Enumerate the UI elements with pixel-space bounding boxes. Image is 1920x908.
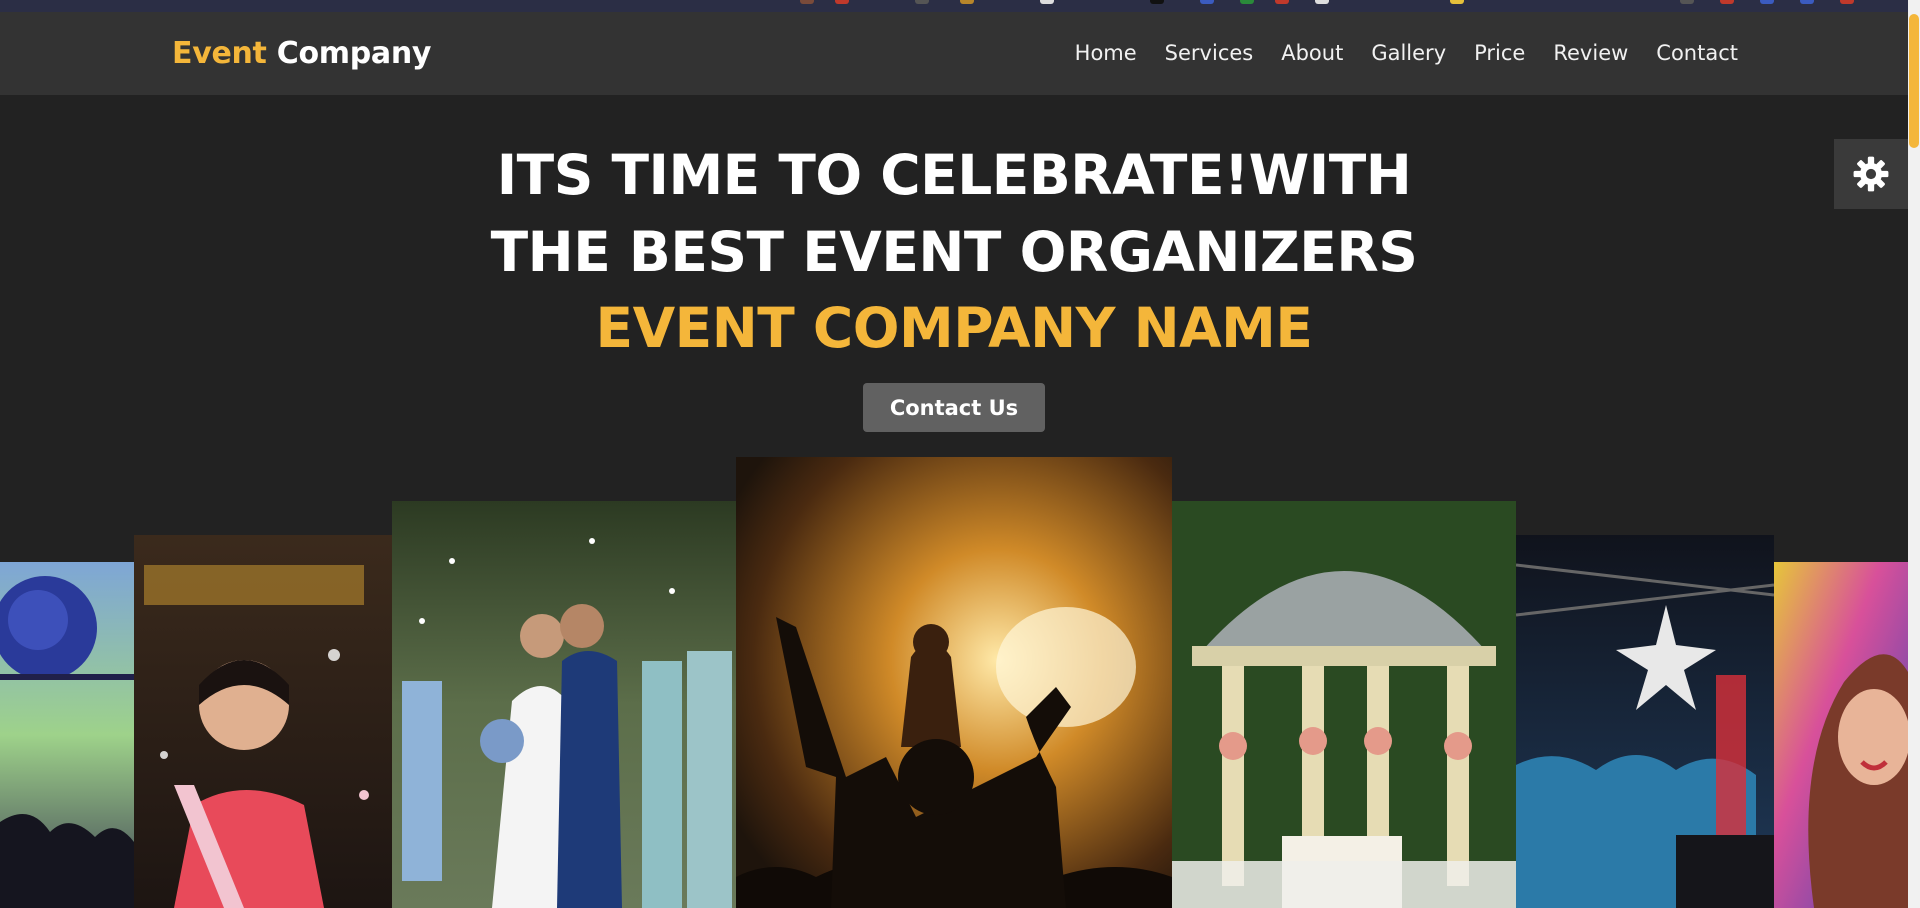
photo-concert-crowd [736,457,1172,908]
settings-toggle[interactable] [1834,139,1908,209]
hero-heading-line-1: ITS TIME TO CELEBRATE!WITH [496,143,1412,207]
nav-gallery[interactable]: Gallery [1371,41,1446,65]
brand-part-1: Event [172,36,267,71]
contact-us-button[interactable]: Contact Us [863,383,1045,432]
main-nav: Home Services About Gallery Price Review… [1075,41,1738,65]
photo-garden-gazebo [1172,501,1516,908]
hero-heading-line-2: THE BEST EVENT ORGANIZERS [490,220,1418,284]
nav-contact[interactable]: Contact [1656,41,1738,65]
nav-home[interactable]: Home [1075,41,1137,65]
hero-company-name: EVENT COMPANY NAME [595,296,1313,360]
photo-wedding-couple [392,501,736,908]
photo-holi-colors [1774,562,1908,908]
brand-part-2: Company [276,36,432,71]
photo-nightclub-dj [1516,535,1774,908]
gear-icon [1853,156,1889,192]
nav-review[interactable]: Review [1553,41,1628,65]
nav-price[interactable]: Price [1474,41,1525,65]
photo-party-disco-ball [0,562,134,908]
top-decoration-strip [0,0,1920,12]
scrollbar-thumb[interactable] [1909,14,1919,148]
nav-about[interactable]: About [1281,41,1343,65]
nav-services[interactable]: Services [1165,41,1254,65]
brand-logo[interactable]: Event Company [172,36,431,71]
photo-birthday-girl [134,535,392,908]
navbar: Event Company Home Services About Galler… [0,12,1908,95]
